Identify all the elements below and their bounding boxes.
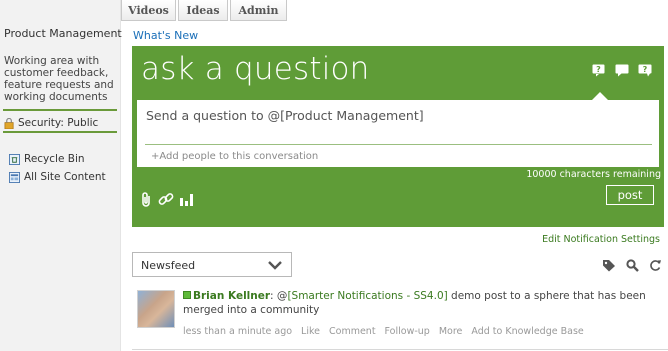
question-input-area[interactable]: Send a question to @[Product Management]… xyxy=(137,100,659,167)
post-author[interactable]: Brian Kellner xyxy=(193,290,270,302)
attachment-icon[interactable] xyxy=(141,192,153,207)
divider xyxy=(132,349,668,350)
post-type-selector: ? ? xyxy=(592,64,653,77)
follow-up-link[interactable]: Follow-up xyxy=(385,326,430,337)
feed-toolbar xyxy=(602,259,662,272)
tag-icon[interactable] xyxy=(602,259,616,272)
svg-text:?: ? xyxy=(643,65,648,74)
question-composer: ask a question ? ? Send a question to @[… xyxy=(132,46,664,227)
question-icon[interactable]: ? xyxy=(592,64,607,77)
all-site-content-label: All Site Content xyxy=(24,171,106,183)
question-input[interactable]: Send a question to @[Product Management] xyxy=(146,108,424,123)
tab-videos[interactable]: Videos xyxy=(121,0,176,21)
recycle-bin-icon xyxy=(9,153,20,165)
svg-text:?: ? xyxy=(596,65,601,74)
refresh-icon[interactable] xyxy=(649,259,662,272)
post-body: Brian Kellner: @[Smarter Notifications -… xyxy=(183,289,661,317)
input-underline xyxy=(145,144,652,145)
add-people-field[interactable]: +Add people to this conversation xyxy=(151,151,318,162)
site-description: Working area with customer feedback, fea… xyxy=(4,55,114,103)
add-to-knowledge-base-link[interactable]: Add to Knowledge Base xyxy=(471,326,583,337)
divider xyxy=(3,109,117,111)
sidebar: Product Management Working area with cus… xyxy=(0,0,122,351)
security-status: Security: Public xyxy=(4,117,98,129)
tab-ideas[interactable]: Ideas xyxy=(178,0,228,21)
recycle-bin-link[interactable]: Recycle Bin xyxy=(9,153,85,165)
edit-notification-settings-link[interactable]: Edit Notification Settings xyxy=(542,234,660,245)
poll-icon[interactable] xyxy=(179,192,194,207)
comment-link[interactable]: Comment xyxy=(329,326,376,337)
comment-icon[interactable] xyxy=(615,64,630,77)
lock-icon xyxy=(4,117,14,129)
post-button[interactable]: post xyxy=(606,185,654,205)
composer-tools xyxy=(141,192,194,207)
feed-filter-select[interactable]: Newsfeed xyxy=(132,252,292,277)
link-icon[interactable] xyxy=(158,192,174,207)
avatar[interactable] xyxy=(137,290,175,328)
security-label: Security: Public xyxy=(18,117,99,129)
search-icon[interactable] xyxy=(626,259,639,272)
post-actions: less than a minute ago Like Comment Foll… xyxy=(183,326,584,337)
composer-heading: ask a question xyxy=(141,51,370,87)
post-timestamp: less than a minute ago xyxy=(183,326,293,337)
recycle-bin-label: Recycle Bin xyxy=(24,153,85,165)
all-site-content-link[interactable]: All Site Content xyxy=(9,171,106,183)
question-comment-icon[interactable]: ? xyxy=(638,64,653,77)
chevron-down-icon xyxy=(268,261,282,270)
more-link[interactable]: More xyxy=(439,326,463,337)
whats-new-heading: What's New xyxy=(133,29,199,42)
tab-admin[interactable]: Admin xyxy=(230,0,287,21)
like-link[interactable]: Like xyxy=(301,326,320,337)
feed-filter-value: Newsfeed xyxy=(141,259,196,272)
divider xyxy=(3,131,117,133)
presence-icon xyxy=(183,291,191,299)
mention-separator: : @ xyxy=(270,290,288,302)
site-title[interactable]: Product Management xyxy=(4,27,122,40)
post-mention[interactable]: [Smarter Notifications - SS4.0] xyxy=(287,290,447,302)
site-content-icon xyxy=(9,171,20,183)
characters-remaining: 10000 characters remaining xyxy=(526,169,661,180)
